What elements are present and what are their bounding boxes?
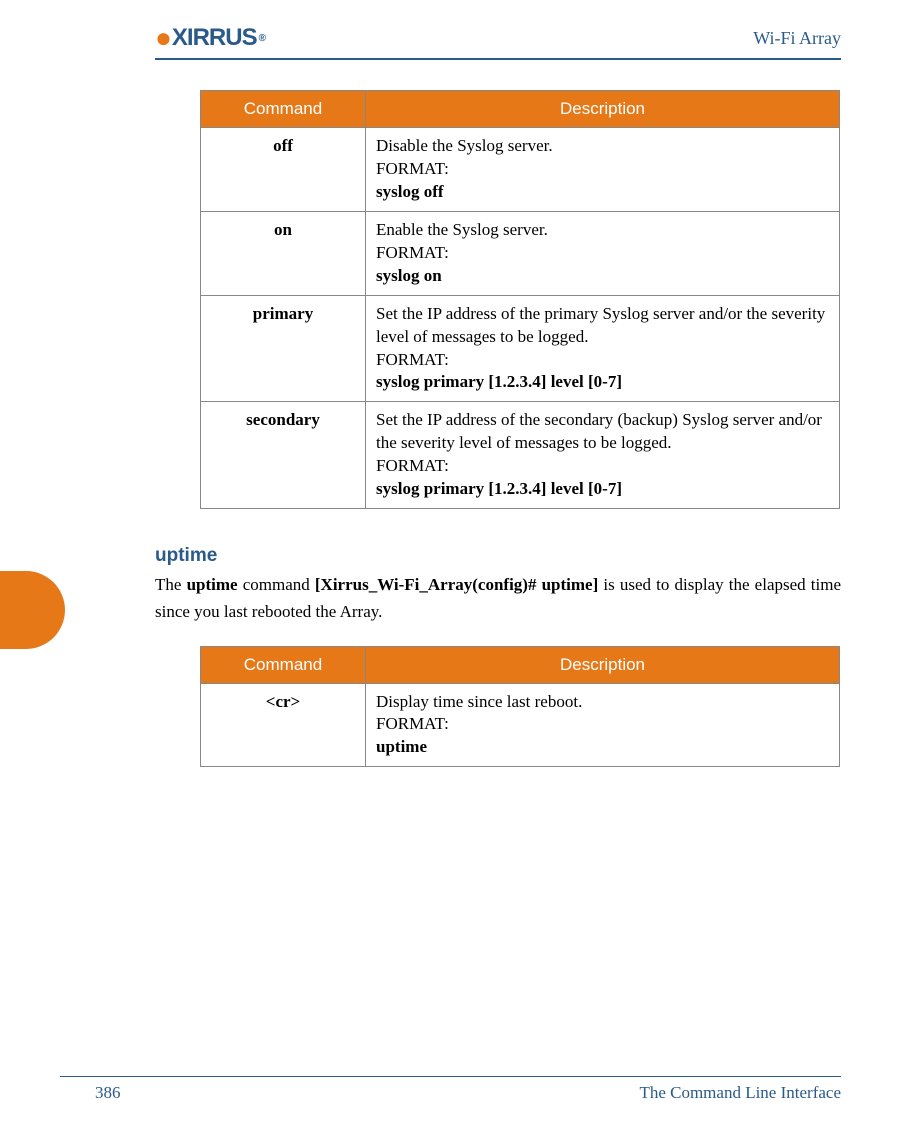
description-line: syslog primary [1.2.3.4] level [0-7] (376, 371, 829, 394)
description-cell: Disable the Syslog server.FORMAT:syslog … (366, 128, 840, 212)
section-heading-uptime: uptime (155, 545, 841, 567)
description-line: FORMAT: (376, 349, 829, 372)
description-line: Set the IP address of the primary Syslog… (376, 303, 829, 349)
header-title: Wi-Fi Array (753, 28, 841, 49)
table-row: onEnable the Syslog server.FORMAT:syslog… (201, 211, 840, 295)
col-header-command: Command (201, 91, 366, 128)
paragraph-span: The (155, 575, 187, 594)
description-line: Enable the Syslog server. (376, 219, 829, 242)
description-line: FORMAT: (376, 158, 829, 181)
paragraph-span: command (238, 575, 315, 594)
paragraph-span: uptime (187, 575, 238, 594)
page-header: ● XIRRUS ® Wi-Fi Array (155, 22, 841, 60)
brand-logo: ● XIRRUS ® (155, 22, 265, 54)
table-row: secondarySet the IP address of the secon… (201, 402, 840, 509)
paragraph-span: [Xirrus_Wi-Fi_Array(config)# uptime] (315, 575, 598, 594)
section-paragraph: The uptime command [Xirrus_Wi-Fi_Array(c… (155, 571, 841, 625)
description-cell: Display time since last reboot.FORMAT:up… (366, 683, 840, 767)
command-cell: <cr> (201, 683, 366, 767)
col-header-description: Description (366, 646, 840, 683)
description-line: syslog primary [1.2.3.4] level [0-7] (376, 478, 829, 501)
page-footer: 386 The Command Line Interface (60, 1076, 841, 1103)
command-cell: off (201, 128, 366, 212)
description-line: FORMAT: (376, 242, 829, 265)
description-line: FORMAT: (376, 455, 829, 478)
description-cell: Set the IP address of the primary Syslog… (366, 295, 840, 402)
table-row: offDisable the Syslog server.FORMAT:sysl… (201, 128, 840, 212)
uptime-commands-table: Command Description <cr>Display time sin… (200, 646, 840, 768)
registered-mark: ® (259, 33, 265, 44)
description-line: Display time since last reboot. (376, 691, 829, 714)
syslog-commands-table: Command Description offDisable the Syslo… (200, 90, 840, 509)
description-cell: Set the IP address of the secondary (bac… (366, 402, 840, 509)
description-line: uptime (376, 736, 829, 759)
logo-dot-icon: ● (155, 22, 171, 54)
chapter-title: The Command Line Interface (639, 1083, 841, 1103)
description-line: syslog off (376, 181, 829, 204)
command-cell: secondary (201, 402, 366, 509)
thumb-tab (0, 571, 65, 649)
description-line: Disable the Syslog server. (376, 135, 829, 158)
page-number: 386 (95, 1083, 121, 1103)
description-line: FORMAT: (376, 713, 829, 736)
description-line: syslog on (376, 265, 829, 288)
description-cell: Enable the Syslog server.FORMAT:syslog o… (366, 211, 840, 295)
col-header-command: Command (201, 646, 366, 683)
command-cell: primary (201, 295, 366, 402)
table-row: <cr>Display time since last reboot.FORMA… (201, 683, 840, 767)
command-cell: on (201, 211, 366, 295)
col-header-description: Description (366, 91, 840, 128)
brand-text: XIRRUS (172, 24, 257, 52)
description-line: Set the IP address of the secondary (bac… (376, 409, 829, 455)
table-row: primarySet the IP address of the primary… (201, 295, 840, 402)
